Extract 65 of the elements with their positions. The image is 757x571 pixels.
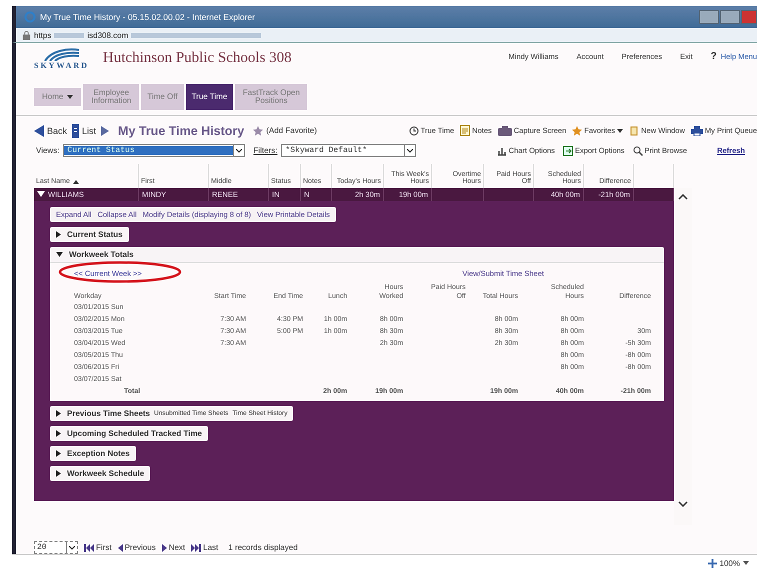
section-title: Upcoming Scheduled Tracked Time (67, 429, 202, 438)
zoom-level[interactable]: 100% (720, 558, 740, 568)
chevron-down-icon (407, 148, 414, 153)
filters-dropdown[interactable]: *Skyward Default* (281, 144, 416, 158)
views-label: Views: (36, 146, 60, 156)
section-title: Workweek Schedule (67, 469, 144, 478)
section-title: Workweek Totals (69, 250, 134, 259)
scroll-up-icon[interactable] (678, 194, 688, 200)
window-title: My True Time History - 05.15.02.00.02 - Internet Explorer (40, 12, 255, 22)
next-link[interactable]: Next (168, 543, 186, 552)
export-icon (562, 146, 573, 156)
back-arrow-icon (34, 124, 44, 137)
add-favorite-link[interactable]: (Add Favorite) (266, 126, 317, 136)
star-icon (253, 126, 264, 136)
section-header[interactable]: Workweek Totals (50, 247, 664, 262)
browser-icon (24, 11, 36, 23)
magnifier-icon (632, 146, 643, 156)
printer-icon (690, 126, 703, 136)
caret-icon (743, 561, 749, 565)
section-title: Exception Notes (67, 449, 130, 458)
next-icon (162, 544, 167, 552)
notes-icon (460, 125, 470, 136)
previous-icon (118, 544, 123, 552)
url-domain: isd308.com (87, 30, 128, 40)
collapse-triangle-icon[interactable] (37, 190, 45, 199)
last-page-icon (191, 544, 202, 552)
chevron-down-icon (69, 546, 75, 550)
filters-link[interactable]: Filters: (253, 146, 278, 156)
section-header[interactable]: Exception Notes (50, 446, 136, 462)
logo-text: SKYWARD (34, 61, 89, 70)
records-count: 1 records displayed (228, 543, 298, 552)
forward-arrow-icon (101, 126, 110, 136)
section-title: Current Status (67, 230, 123, 239)
first-link[interactable]: First (96, 543, 112, 552)
clock-icon (408, 126, 419, 136)
camera-icon (498, 126, 512, 136)
address-bar[interactable]: https isd308.com (12, 28, 757, 43)
last-link[interactable]: Last (203, 543, 218, 552)
lock-icon (22, 30, 31, 40)
url-scheme: https (34, 30, 52, 40)
first-page-icon (84, 544, 94, 552)
views-dropdown[interactable]: Current Status (63, 144, 246, 158)
minimize-button[interactable] (699, 10, 719, 24)
star-icon (572, 126, 582, 136)
section-header[interactable]: Workweek Schedule (50, 466, 150, 482)
chevron-down-icon (236, 148, 242, 153)
section-header[interactable]: Current Status (50, 227, 129, 242)
maximize-button[interactable] (720, 10, 740, 24)
nav-tab[interactable]: True Time (186, 84, 234, 110)
section-header[interactable]: Upcoming Scheduled Tracked Time (50, 426, 208, 442)
caret-icon (617, 128, 624, 133)
zoom-icon (708, 558, 717, 568)
list-icon (72, 124, 80, 138)
window-icon (629, 126, 640, 136)
school-name: Hutchinson Public Schools 308 (102, 50, 292, 67)
chart-icon (496, 146, 507, 156)
list-link[interactable]: List (82, 126, 96, 136)
page-title: My True Time History (118, 124, 244, 138)
back-link[interactable]: Back (47, 126, 68, 136)
section-title: Previous Time Sheets (67, 409, 150, 418)
scroll-down-icon[interactable] (678, 501, 688, 507)
help-mark: ? (710, 51, 717, 62)
blurred-url-part (54, 32, 84, 38)
previous-link[interactable]: Previous (124, 543, 156, 552)
page-size-dropdown[interactable]: 20 (34, 541, 78, 554)
